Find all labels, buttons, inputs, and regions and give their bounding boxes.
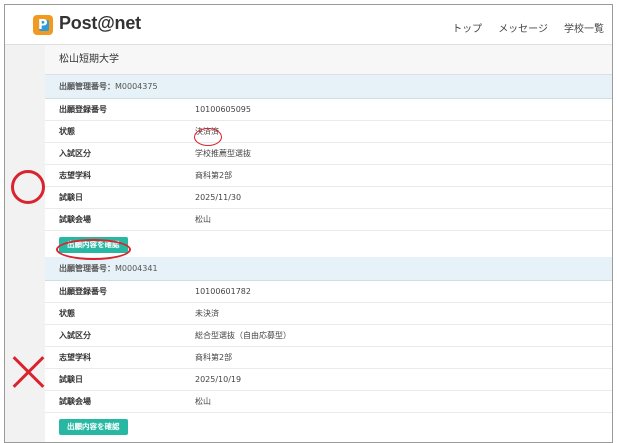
table-row: 状態 決済済 [45,121,612,143]
row-label: 試験日 [59,193,83,202]
row-value: 学校推薦型選抜 [195,149,251,158]
main-content: 松山短期大学 出願管理番号：M0004375 出願登録番号 1010060509… [45,45,612,442]
site-header: P Post@net トップ メッセージ 学校一覧 [5,5,612,45]
nav-school-list-link[interactable]: 学校一覧 [564,20,604,35]
button-area: 出願内容を確認 [45,231,612,257]
row-value: 商科第2部 [195,171,233,180]
row-value: 2025/11/30 [195,193,242,202]
manage-number: M0004341 [115,264,158,273]
brand-name[interactable]: Post@net [59,13,141,34]
table-row: 試験日 2025/10/19 [45,369,612,391]
table-row: 志望学科 商科第2部 [45,165,612,187]
button-highlight-circle-icon [56,239,131,260]
row-value: 商科第2部 [195,353,233,362]
row-label: 出願登録番号 [59,105,107,114]
row-label: 出願登録番号 [59,287,107,296]
card-header: 出願管理番号：M0004375 [45,75,612,99]
table-row: 試験会場 松山 [45,209,612,231]
row-label: 試験会場 [59,397,91,406]
status-value: 未決済 [195,309,219,318]
row-value: 松山 [195,397,211,406]
table-row: 試験日 2025/11/30 [45,187,612,209]
cross-icon [11,355,45,389]
manage-number-label: 出願管理番号： [59,82,115,91]
row-value: 総合型選抜（自由応募型） [195,331,291,340]
top-nav: トップ メッセージ 学校一覧 [452,20,604,35]
row-value: 10100605095 [195,105,251,114]
row-value: 松山 [195,215,211,224]
row-label: 志望学科 [59,353,91,362]
row-label: 入試区分 [59,331,91,340]
table-row: 出願登録番号 10100605095 [45,99,612,121]
browser-frame: P Post@net トップ メッセージ 学校一覧 松山短期大学 出願管理番号：… [4,4,613,443]
postanet-logo-icon[interactable]: P [33,15,53,35]
table-row: 志望学科 商科第2部 [45,347,612,369]
nav-top-link[interactable]: トップ [452,20,482,35]
card-header: 出願管理番号：M0004341 [45,257,612,281]
view-application-button[interactable]: 出願内容を確認 [59,419,128,435]
table-row: 出願登録番号 10100601782 [45,281,612,303]
row-label: 状態 [59,309,75,318]
table-row: 試験会場 松山 [45,391,612,413]
table-row: 入試区分 総合型選抜（自由応募型） [45,325,612,347]
row-label: 状態 [59,127,75,136]
school-name: 松山短期大学 [45,45,612,75]
circle-icon [11,170,45,204]
manage-number-label: 出願管理番号： [59,264,115,273]
manage-number: M0004375 [115,82,158,91]
row-label: 入試区分 [59,149,91,158]
table-row: 状態 未決済 [45,303,612,325]
table-row: 入試区分 学校推薦型選抜 [45,143,612,165]
row-label: 志望学科 [59,171,91,180]
row-label: 試験日 [59,375,83,384]
status-highlight-circle-icon [194,128,222,146]
row-value: 10100601782 [195,287,251,296]
application-card: 出願管理番号：M0004341 出願登録番号 10100601782 状態 未決… [45,257,612,439]
application-card: 出願管理番号：M0004375 出願登録番号 10100605095 状態 決済… [45,75,612,257]
nav-message-link[interactable]: メッセージ [498,20,548,35]
button-area: 出願内容を確認 [45,413,612,439]
row-value: 2025/10/19 [195,375,242,384]
row-label: 試験会場 [59,215,91,224]
